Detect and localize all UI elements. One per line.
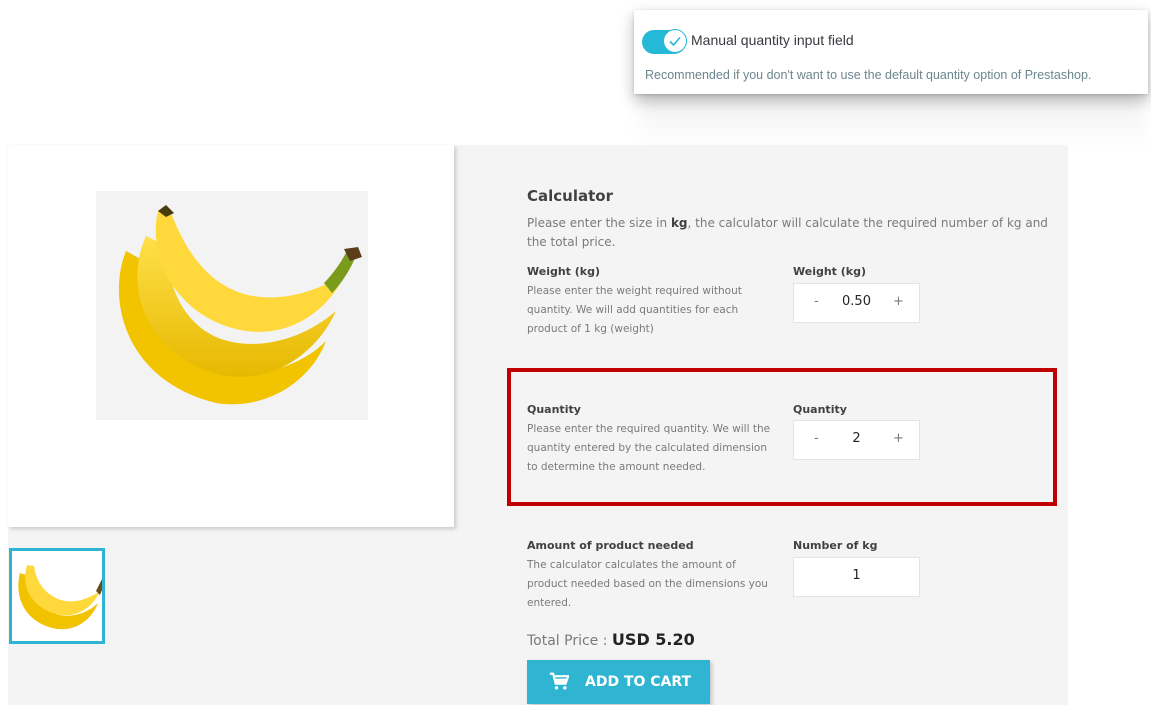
- amount-field: 1: [793, 557, 920, 597]
- amount-input-label: Number of kg: [793, 539, 878, 552]
- setting-help-text: Recommended if you don't want to use the…: [645, 68, 1092, 82]
- weight-description: Please enter the weight required without…: [527, 285, 742, 335]
- add-to-cart-label: ADD TO CART: [585, 674, 692, 690]
- amount-label: Amount of product needed: [527, 539, 694, 552]
- amount-value: 1: [852, 568, 861, 583]
- calculator-title: Calculator: [527, 187, 613, 205]
- amount-description: The calculator calculates the amount of …: [527, 559, 768, 609]
- quantity-stepper[interactable]: - 2 +: [793, 420, 920, 460]
- product-image-panel: [8, 145, 454, 527]
- weight-input-label: Weight (kg): [793, 265, 867, 278]
- weight-increment-button[interactable]: +: [893, 294, 904, 309]
- add-to-cart-button[interactable]: ADD TO CART: [527, 660, 710, 704]
- banana-image: [118, 205, 362, 405]
- check-icon: [663, 29, 687, 53]
- card-shadow: [640, 90, 1145, 150]
- manual-quantity-setting-card: Manual quantity input field Recommended …: [634, 10, 1148, 94]
- weight-label: Weight (kg): [527, 265, 601, 278]
- quantity-label: Quantity: [527, 403, 581, 416]
- total-price-label: Total Price :: [527, 633, 612, 649]
- product-image[interactable]: [96, 191, 368, 420]
- weight-stepper[interactable]: - 0.50 +: [793, 283, 920, 323]
- manual-quantity-toggle[interactable]: [642, 29, 687, 54]
- total-price-value: USD 5.20: [611, 630, 695, 649]
- product-thumbnail[interactable]: [9, 548, 105, 644]
- quantity-description: Please enter the required quantity. We w…: [527, 423, 771, 473]
- banana-thumb-image: [18, 565, 104, 630]
- calculator-desc-part: Please enter the size in: [527, 216, 671, 230]
- quantity-increment-button[interactable]: +: [893, 431, 904, 446]
- calculator-desc-unit: kg: [670, 216, 688, 230]
- cart-icon: [549, 672, 569, 690]
- calculator-description: Please enter the size in kg, the calcula…: [527, 214, 1057, 252]
- total-price: Total Price : USD 5.20: [527, 630, 695, 649]
- quantity-input-label: Quantity: [793, 403, 847, 416]
- setting-title: Manual quantity input field: [691, 32, 854, 48]
